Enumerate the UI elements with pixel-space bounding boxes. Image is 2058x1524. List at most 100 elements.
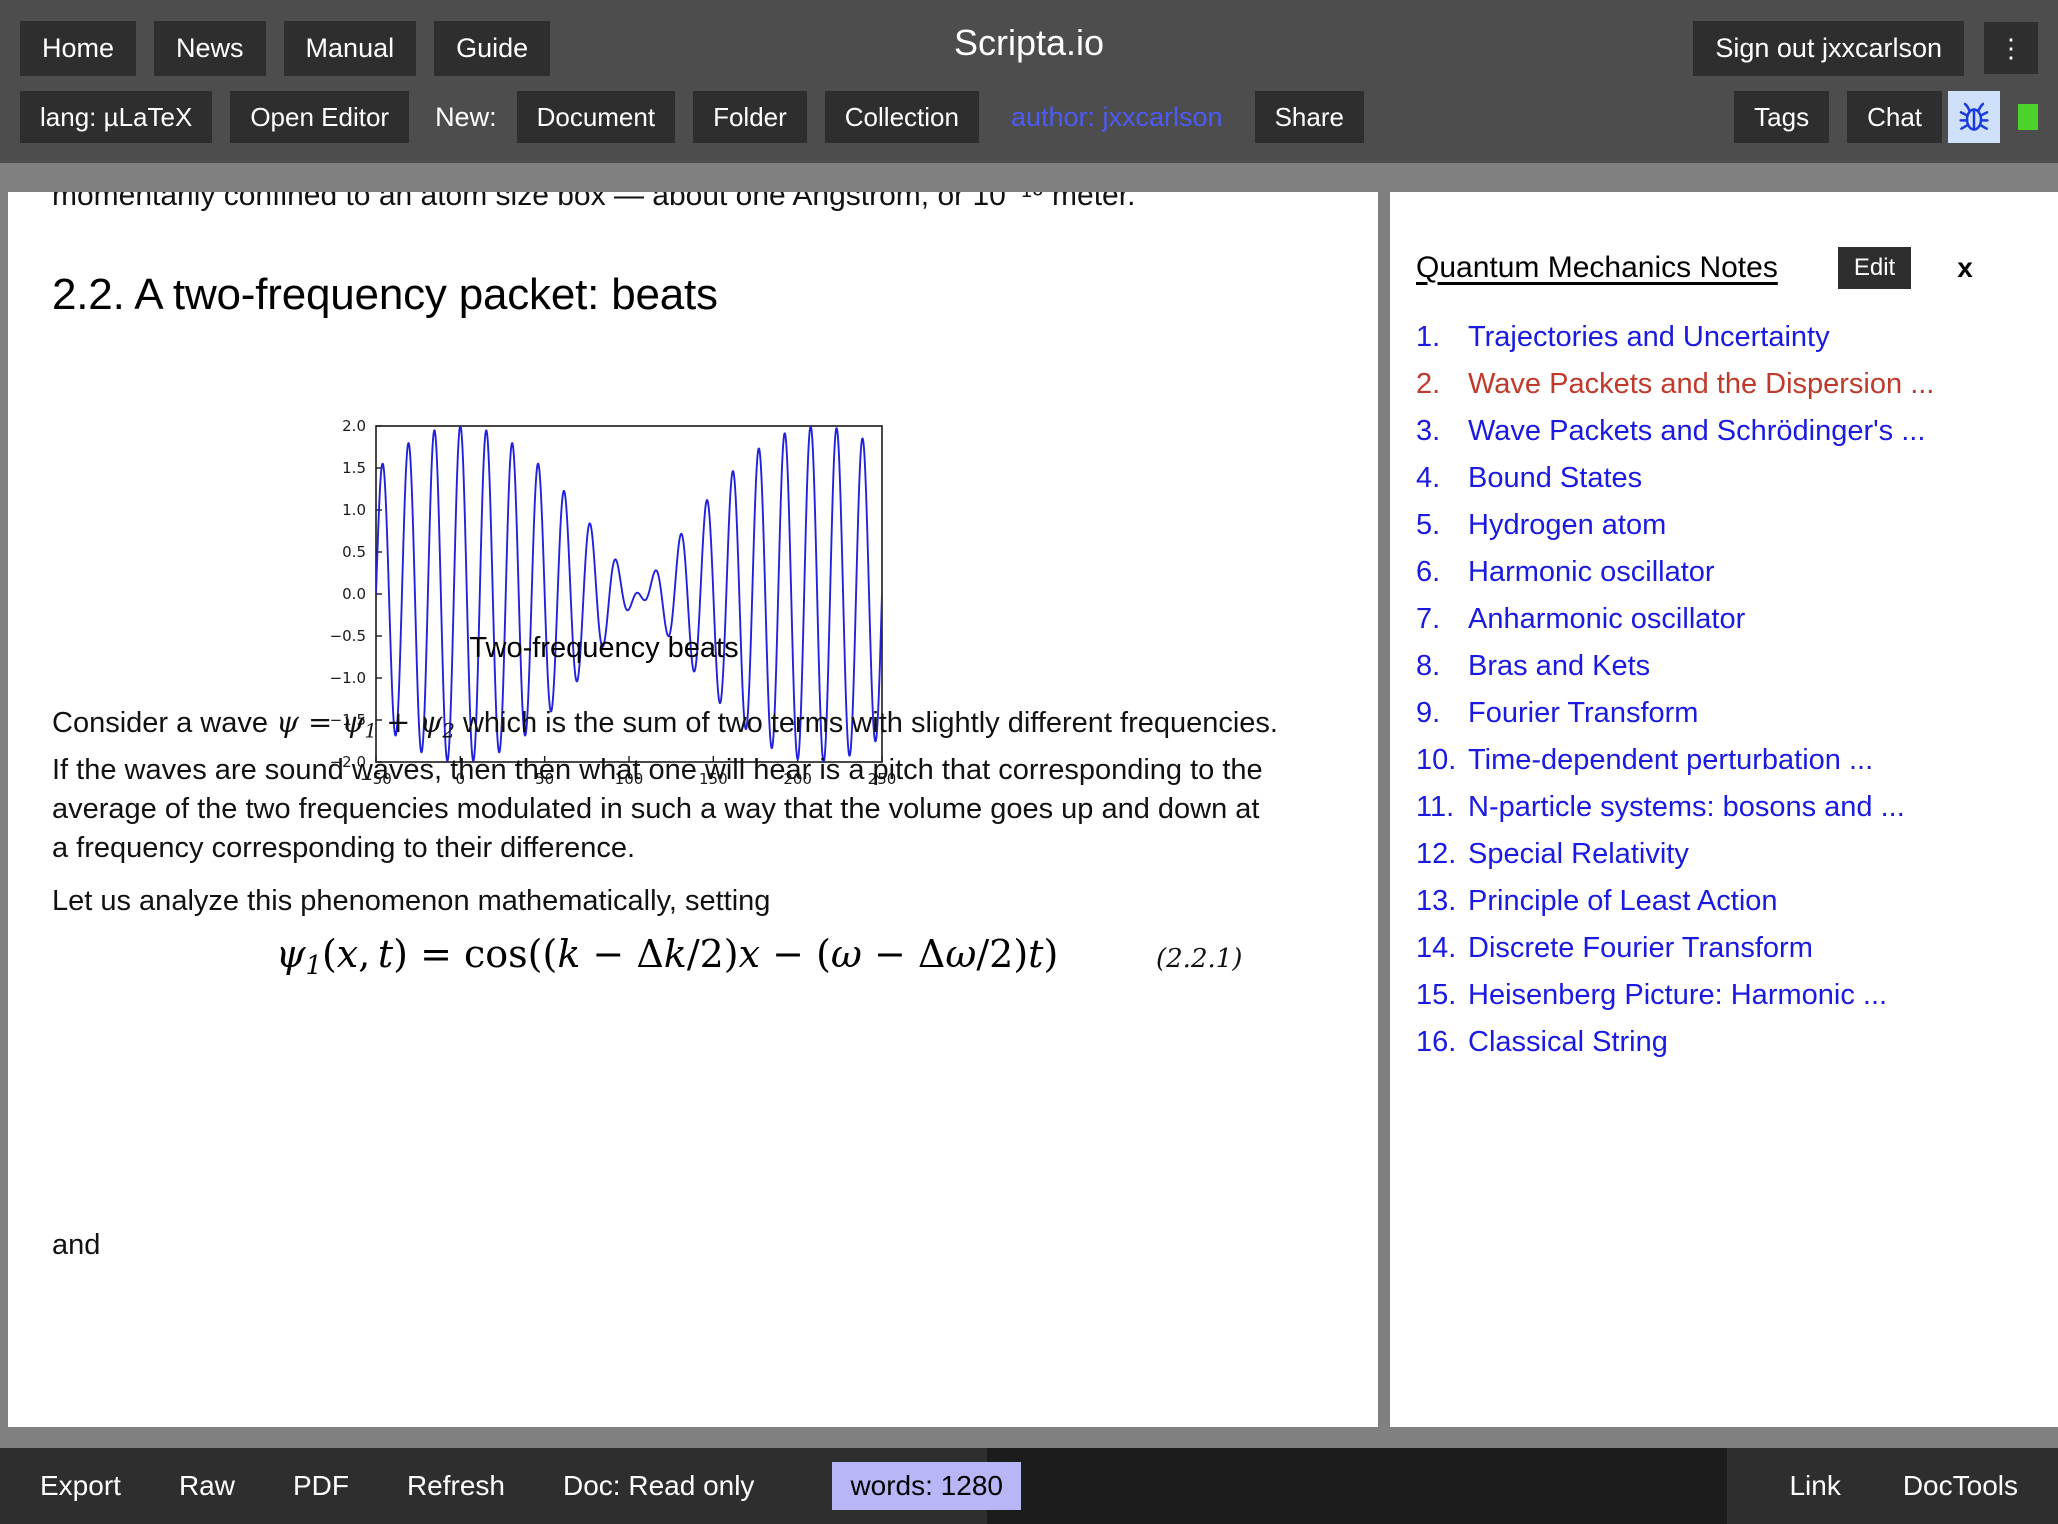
toc-item[interactable]: 4. Bound States	[1416, 455, 2032, 502]
clipped-previous-line: momentarily confined to an atom size box…	[52, 192, 1136, 212]
app-header: Scripta.io Home News Manual Guide Sign o…	[0, 0, 2058, 163]
toc-item-number: 16.	[1416, 1026, 1457, 1058]
nav-guide[interactable]: Guide	[434, 20, 551, 76]
toc-item[interactable]: 5. Hydrogen atom	[1416, 502, 2032, 549]
section-heading: 2.2. A two-frequency packet: beats	[52, 270, 718, 319]
toc-item-number: 6.	[1416, 556, 1441, 588]
toc-title: Quantum Mechanics Notes	[1416, 251, 1778, 284]
toc-item-label: Discrete Fourier Transform	[1468, 932, 1813, 964]
svg-text:1.5: 1.5	[342, 459, 366, 477]
toc-item[interactable]: 10. Time-dependent perturbation ...	[1416, 737, 2032, 784]
share-button[interactable]: Share	[1254, 91, 1364, 143]
paragraph-one: Consider a wave ψ = ψ1 + ψ2 which is the…	[52, 703, 1282, 868]
toc-item-number: 9.	[1416, 697, 1441, 729]
toc-item-label: Bound States	[1468, 462, 1643, 494]
open-editor-button[interactable]: Open Editor	[230, 91, 410, 143]
para1-text-a: Consider a wave	[52, 707, 277, 739]
toc-list: 1. Trajectories and Uncertainty 2. Wave Pac…	[1390, 314, 2058, 1066]
new-document-button[interactable]: Document	[516, 91, 676, 143]
link-button[interactable]: Link	[1789, 1470, 1840, 1502]
status-bar-dark-region	[987, 1448, 1727, 1524]
nav-home[interactable]: Home	[20, 20, 137, 76]
new-label: New:	[435, 101, 497, 132]
toc-item-number: 3.	[1416, 415, 1441, 447]
toc-item[interactable]: 12. Special Relativity	[1416, 831, 2032, 878]
toc-item[interactable]: 3. Wave Packets and Schrödinger's ...	[1416, 408, 2032, 455]
toc-item-label: Trajectories and Uncertainty	[1468, 321, 1830, 353]
document-panel[interactable]: momentarily confined to an atom size box…	[8, 192, 1378, 1427]
toc-item-label: Principle of Least Action	[1468, 885, 1778, 917]
word-count-badge: words: 1280	[832, 1462, 1021, 1510]
header-row-primary: Home News Manual Guide Sign out jxxcarls…	[0, 20, 2058, 76]
display-equation: ψ1(x, t) = cos((k − Δk/2)x − (ω − Δω/2)t…	[52, 932, 1282, 981]
new-folder-button[interactable]: Folder	[693, 91, 807, 143]
toc-edit-button[interactable]: Edit	[1837, 247, 1912, 289]
toc-item[interactable]: 11. N-particle systems: bosons and ...	[1416, 784, 2032, 831]
toc-item-number: 15.	[1416, 979, 1457, 1011]
toc-item-label: Wave Packets and the Dispersion ...	[1468, 368, 1935, 400]
toc-item-number: 14.	[1416, 932, 1457, 964]
toc-item-number: 13.	[1416, 885, 1457, 917]
nav-manual[interactable]: Manual	[283, 20, 417, 76]
status-indicator	[2018, 104, 2038, 130]
bug-icon[interactable]	[1948, 91, 2000, 143]
toc-item-number: 11.	[1416, 791, 1455, 823]
toc-item-label: Hydrogen atom	[1468, 509, 1667, 541]
toc-item[interactable]: 15. Heisenberg Picture: Harmonic ...	[1416, 972, 2032, 1019]
toc-item-number: 12.	[1416, 838, 1457, 870]
doc-status: Doc: Read only	[563, 1470, 755, 1501]
overflow-menu-icon[interactable]: ⋮	[1984, 22, 2038, 74]
toc-item-number: 10.	[1416, 744, 1457, 776]
language-button[interactable]: lang: µLaTeX	[20, 91, 213, 143]
raw-button[interactable]: Raw	[179, 1470, 235, 1502]
chat-button[interactable]: Chat	[1847, 91, 1942, 143]
toc-item-label: Classical String	[1468, 1026, 1668, 1058]
paragraph-three: and	[52, 1229, 101, 1261]
toc-item-label: Harmonic oscillator	[1468, 556, 1715, 588]
toc-item-label: Fourier Transform	[1468, 697, 1699, 729]
toc-item-number: 5.	[1416, 509, 1441, 541]
svg-text:1.0: 1.0	[342, 501, 366, 519]
sign-out-button[interactable]: Sign out jxxcarlson	[1693, 20, 1964, 76]
toc-item[interactable]: 9. Fourier Transform	[1416, 690, 2032, 737]
figure-caption: Two-frequency beats	[469, 632, 739, 664]
equation-body: ψ1(x, t) = cos((k − Δk/2)x − (ω − Δω/2)t…	[275, 932, 1059, 982]
refresh-button[interactable]: Refresh	[407, 1470, 505, 1502]
tags-button[interactable]: Tags	[1734, 91, 1830, 143]
new-collection-button[interactable]: Collection	[824, 91, 979, 143]
status-bar-right: Link DocTools	[1727, 1448, 2018, 1524]
toc-item-label: Bras and Kets	[1468, 650, 1651, 682]
header-row-secondary: lang: µLaTeX Open Editor New: Document F…	[0, 90, 2058, 144]
status-bar-left: Export Raw PDF Refresh Doc: Read only words: …	[40, 1448, 1021, 1524]
toc-item-number: 8.	[1416, 650, 1441, 682]
toc-item[interactable]: 14. Discrete Fourier Transform	[1416, 925, 2032, 972]
toc-item-label: Anharmonic oscillator	[1468, 603, 1746, 635]
export-button[interactable]: Export	[40, 1470, 121, 1502]
toc-item-number: 1.	[1416, 321, 1441, 353]
inline-math-psi-sum: ψ = ψ1 + ψ2	[276, 705, 455, 743]
toc-item[interactable]: 7. Anharmonic oscillator	[1416, 596, 2032, 643]
toc-item[interactable]: 2. Wave Packets and the Dispersion ...	[1416, 361, 2032, 408]
toc-item[interactable]: 8. Bras and Kets	[1416, 643, 2032, 690]
toc-item[interactable]: 6. Harmonic oscillator	[1416, 549, 2032, 596]
toc-item-number: 7.	[1416, 603, 1441, 635]
doctools-button[interactable]: DocTools	[1903, 1470, 2018, 1502]
pdf-button[interactable]: PDF	[293, 1470, 349, 1502]
nav-news[interactable]: News	[154, 20, 266, 76]
paragraph-two: Let us analyze this phenomenon mathemati…	[52, 885, 771, 917]
toc-item-label: N-particle systems: bosons and ...	[1468, 791, 1905, 823]
toc-item-label: Wave Packets and Schrödinger's ...	[1468, 415, 1926, 447]
toc-item[interactable]: 1. Trajectories and Uncertainty	[1416, 314, 2032, 361]
toc-close-icon[interactable]: x	[1957, 252, 1973, 284]
toc-item-label: Heisenberg Picture: Harmonic ...	[1468, 979, 1888, 1011]
toc-item-label: Time-dependent perturbation ...	[1468, 744, 1874, 776]
toc-item[interactable]: 16. Classical String	[1416, 1019, 2032, 1066]
svg-text:0.5: 0.5	[342, 543, 366, 561]
toc-panel: Quantum Mechanics Notes Edit x 1. Traject…	[1390, 192, 2058, 1427]
equation-number: (2.2.1)	[1156, 944, 1243, 974]
svg-text:−1.0: −1.0	[330, 669, 366, 687]
toc-item[interactable]: 13. Principle of Least Action	[1416, 878, 2032, 925]
svg-text:2.0: 2.0	[342, 417, 366, 435]
toc-header: Quantum Mechanics Notes Edit x	[1390, 238, 2058, 298]
author-link[interactable]: author: jxxcarlson	[1011, 102, 1223, 133]
